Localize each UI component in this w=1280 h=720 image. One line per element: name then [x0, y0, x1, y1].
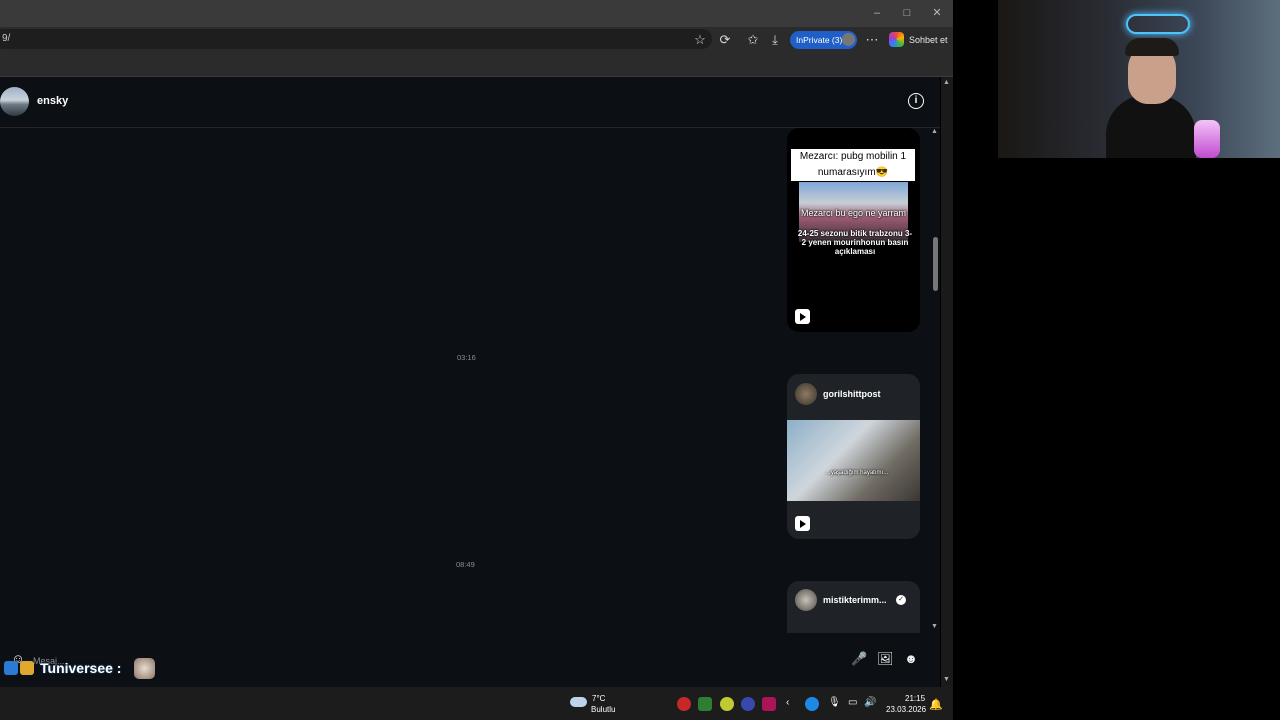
- more-menu-icon[interactable]: ⋯: [864, 32, 880, 48]
- chat-timestamp: 08:49: [456, 560, 475, 569]
- info-icon[interactable]: i: [908, 93, 924, 109]
- badge-icon: [4, 661, 18, 675]
- reel-thumbnail: [787, 420, 920, 501]
- maximize-icon[interactable]: □: [900, 6, 914, 20]
- reel-overlay-title: Mezarcı bu ego ne yarram: [800, 208, 907, 218]
- verified-badge-icon: ✓: [896, 595, 906, 605]
- chat-timestamp: 03:16: [457, 353, 476, 362]
- clock-date[interactable]: 23.03.2026: [886, 705, 926, 714]
- weather-description[interactable]: Bulutlu: [591, 705, 615, 714]
- reel-message-1[interactable]: Mezarcı: pubg mobilin 1 numarasıyım😎 Mez…: [787, 128, 920, 332]
- cup: [1194, 120, 1220, 158]
- clock-time[interactable]: 21:15: [905, 694, 925, 703]
- copilot-label[interactable]: Sohbet et: [909, 35, 948, 45]
- account-avatar: [795, 589, 817, 611]
- tray-app-icon[interactable]: [677, 697, 691, 711]
- copilot-icon[interactable]: [889, 32, 904, 47]
- contact-avatar[interactable]: [0, 87, 29, 116]
- reel-overlay-subtitle: 24-25 sezonu bitik trabzonu 3-2 yenen mo…: [797, 229, 913, 256]
- reel-overlay: ...yaşadığım hayatımı...: [825, 470, 889, 476]
- webcam-feed: [998, 0, 1280, 158]
- sticker-icon[interactable]: ☻: [903, 651, 919, 667]
- minimize-icon[interactable]: –: [870, 6, 884, 20]
- scroll-down-icon[interactable]: ▼: [931, 623, 938, 630]
- cloud-icon: [570, 697, 587, 707]
- profile-avatar: [842, 33, 855, 46]
- reel-play-icon: [795, 309, 810, 324]
- microphone-icon[interactable]: 🎤: [851, 651, 867, 667]
- account-avatar: [795, 383, 817, 405]
- crown-badge-icon: [20, 661, 34, 675]
- download-icon[interactable]: ⤓: [767, 32, 783, 48]
- tray-app-icon[interactable]: [741, 697, 755, 711]
- page-scroll-up-icon[interactable]: ▲: [943, 79, 950, 86]
- scroll-up-icon[interactable]: ▲: [931, 128, 938, 135]
- stream-chat-username: Tuniversee :: [40, 660, 122, 676]
- tray-app-icon[interactable]: [698, 697, 712, 711]
- tray-app-icon[interactable]: [762, 697, 776, 711]
- address-text[interactable]: 9/: [2, 33, 10, 44]
- reel-caption: Mezarcı: pubg mobilin 1 numarasıyım😎: [791, 149, 915, 181]
- tray-app-icon[interactable]: [720, 697, 734, 711]
- account-name: mistikterimm...: [823, 595, 887, 605]
- page-scroll-down-icon[interactable]: ▼: [943, 676, 950, 683]
- person-body: [1106, 95, 1196, 158]
- chat-scrollbar[interactable]: [930, 127, 940, 633]
- weather-temperature[interactable]: 7°C: [592, 694, 605, 703]
- neon-sign: [1126, 14, 1190, 34]
- reel-message-2[interactable]: gorilshittpost ...yaşadığım hayatımı...: [787, 374, 920, 539]
- image-icon[interactable]: 🖼: [877, 651, 894, 667]
- chat-header: [0, 77, 940, 128]
- person-hair: [1125, 38, 1179, 56]
- reel-message-3[interactable]: mistikterimm... ✓: [787, 581, 920, 633]
- microphone-tray-icon[interactable]: 🎙: [828, 697, 841, 708]
- chat-scrollbar-thumb[interactable]: [933, 237, 938, 291]
- bookmark-bar: [0, 52, 953, 77]
- contact-username[interactable]: ensky: [37, 95, 68, 107]
- browser-title-bar: [0, 0, 953, 27]
- page-scrollbar[interactable]: [941, 77, 953, 687]
- tray-app-icon[interactable]: [805, 697, 819, 711]
- volume-icon[interactable]: 🔊: [864, 697, 876, 708]
- cat-emote-icon: [134, 658, 155, 679]
- inprivate-label: InPrivate (3): [796, 35, 843, 45]
- favorite-star-icon[interactable]: ☆: [692, 32, 708, 48]
- account-name: gorilshittpost: [823, 389, 881, 399]
- reel-play-icon: [795, 516, 810, 531]
- address-bar[interactable]: [0, 29, 712, 49]
- tray-chevron-icon[interactable]: ‹: [786, 697, 789, 708]
- close-icon[interactable]: ✕: [930, 6, 944, 20]
- notification-bell-icon[interactable]: 🔔: [929, 698, 943, 711]
- favorites-icon[interactable]: ✩: [745, 32, 761, 48]
- refresh-icon[interactable]: ⟳: [717, 32, 733, 48]
- network-icon[interactable]: ▭: [848, 697, 857, 708]
